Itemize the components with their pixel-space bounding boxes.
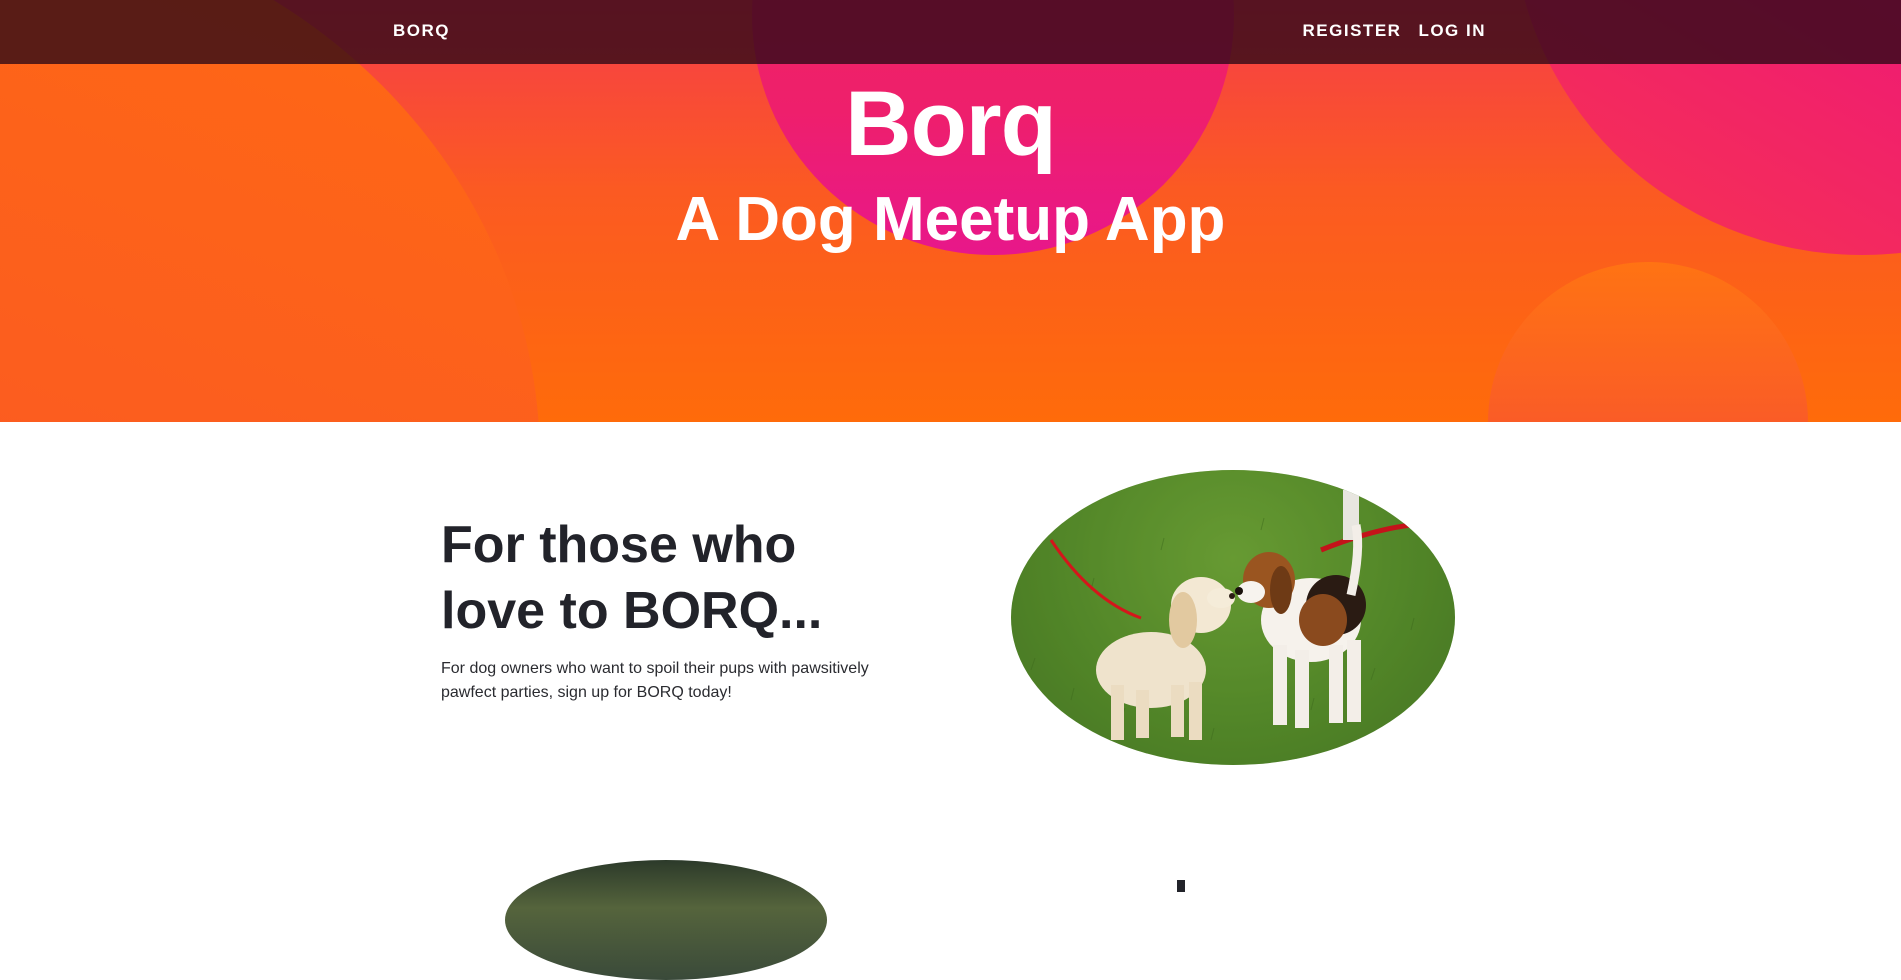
feature-heading-line1: For those who xyxy=(441,516,797,574)
nav-links: REGISTER LOG IN xyxy=(1303,21,1486,41)
register-link[interactable]: REGISTER xyxy=(1303,21,1402,41)
top-navbar: BORQ REGISTER LOG IN xyxy=(0,0,1901,64)
hero-subtitle: A Dog Meetup App xyxy=(675,185,1226,254)
second-feature-photo xyxy=(505,860,827,980)
hero-title: Borq xyxy=(845,73,1057,175)
brand-link[interactable]: BORQ xyxy=(393,21,450,41)
login-link[interactable]: LOG IN xyxy=(1418,21,1486,41)
feature-description: For dog owners who want to spoil their p… xyxy=(441,657,901,705)
dogs-illustration xyxy=(1011,470,1455,765)
dogs-meeting-photo xyxy=(1011,470,1455,765)
second-feature-heading-fragment xyxy=(1177,880,1185,892)
feature-description-line1: For dog owners who want to spoil their p… xyxy=(441,660,869,677)
feature-heading-line2: love to BORQ... xyxy=(441,582,823,640)
feature-heading: For those who love to BORQ... xyxy=(441,512,911,644)
decorative-blob-bottom xyxy=(1488,262,1808,422)
feature-description-line2: pawfect parties, sign up for BORQ today! xyxy=(441,684,732,701)
